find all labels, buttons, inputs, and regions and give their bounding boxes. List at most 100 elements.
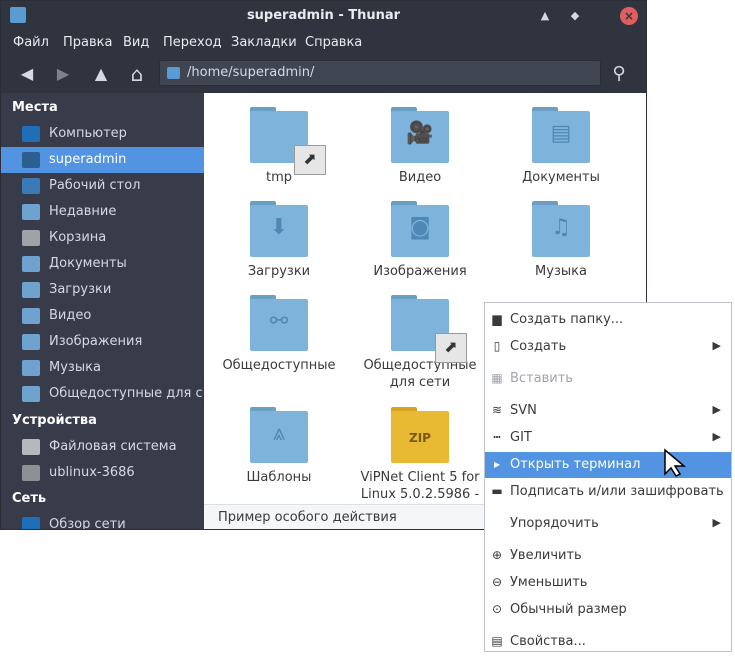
sidebar-item-devices-0[interactable]: Файловая система — [1, 434, 204, 460]
sidebar-item-places-0[interactable]: Компьютер — [1, 121, 204, 147]
sidebar-item-label: Корзина — [49, 230, 107, 245]
sidebar: Места Компьютер superadmin Рабочий стол Нед… — [1, 93, 204, 530]
context-menu-label: Упорядочить — [510, 516, 599, 531]
sidebar-item-places-9[interactable]: Музыка — [1, 355, 204, 381]
context-menu-item[interactable]: ⊕ Увеличить — [485, 543, 731, 569]
context-menu-label: Вставить — [510, 371, 573, 386]
menu-go[interactable]: Переход — [163, 35, 222, 50]
context-menu-item[interactable]: ┅ GIT ▶ — [485, 425, 731, 451]
sidebar-item-places-5[interactable]: Документы — [1, 251, 204, 277]
context-menu-item[interactable]: ▤ Свойства... — [485, 629, 731, 655]
file-item[interactable]: ZIP ViPNet Client 5 for Linux 5.0.2.5986 … — [355, 405, 485, 503]
folder-icon: ⩓ — [250, 405, 308, 463]
folder-icon: ◙ — [391, 199, 449, 257]
folder-glyph-icon: ⬇ — [269, 215, 289, 240]
file-item[interactable]: ♫ Музыка — [496, 199, 626, 280]
menu-edit[interactable]: Правка — [63, 35, 112, 50]
sidebar-item-places-6[interactable]: Загрузки — [1, 277, 204, 303]
pictures-icon — [22, 334, 40, 350]
sidebar-item-label: Недавние — [49, 204, 117, 219]
new-document-icon: ▯ — [493, 339, 501, 353]
folder-icon: ⬇ — [250, 199, 308, 257]
context-menu-item: ▦ Вставить — [485, 366, 731, 392]
home-icon — [22, 152, 40, 168]
sidebar-item-label: Обзор сети — [49, 517, 126, 530]
forward-button[interactable]: ▶ — [53, 64, 73, 84]
menu-bookmarks[interactable]: Закладки — [231, 35, 297, 50]
folder-icon: ♫ — [532, 199, 590, 257]
search-button[interactable]: ⚲ — [609, 64, 629, 84]
file-item[interactable]: ⬈ Общедоступные для сети — [355, 293, 485, 391]
sidebar-section-network: Сеть — [12, 491, 47, 506]
file-label: Шаблоны — [246, 470, 312, 485]
context-menu-item[interactable]: Упорядочить ▶ — [485, 511, 731, 537]
svn-icon: ≋ — [491, 403, 503, 417]
submenu-arrow-icon: ▶ — [712, 403, 721, 416]
sidebar-item-devices-1[interactable]: ublinux-3686 — [1, 460, 204, 486]
context-menu-item[interactable]: ≋ SVN ▶ — [485, 398, 731, 424]
file-item[interactable]: ▤ Документы — [496, 105, 626, 186]
folder-glyph-icon: 🎥 — [406, 121, 434, 146]
properties-icon: ▤ — [491, 634, 503, 648]
context-menu-item[interactable]: ⊖ Уменьшить — [485, 570, 731, 596]
file-item[interactable]: ⬇ Загрузки — [214, 199, 344, 280]
context-menu-item[interactable]: ⊙ Обычный размер — [485, 597, 731, 623]
network-icon — [22, 517, 40, 529]
context-menu-label: GIT — [510, 430, 532, 445]
menu-bar: Файл Правка Вид Переход Закладки Справка — [1, 31, 646, 55]
terminal-icon: ▸ — [493, 457, 501, 471]
sidebar-item-label: Общедоступные для с... — [49, 386, 204, 401]
context-menu: ▆ Создать папку... ▯ Создать ▶ ▦ Вставить ≋ SVN ▶… — [484, 302, 732, 652]
new-folder-icon: ▆ — [492, 312, 502, 326]
folder-glyph-icon: ⚯ — [269, 309, 289, 334]
downloads-icon — [22, 282, 40, 298]
minimize-button[interactable]: ▲ — [536, 7, 554, 25]
zoom-out-icon: ⊖ — [491, 575, 503, 589]
context-menu-item[interactable]: ▯ Создать ▶ — [485, 334, 731, 360]
sidebar-section-places: Места — [12, 100, 58, 115]
file-item[interactable]: 🎥 Видео — [355, 105, 485, 186]
sidebar-item-places-7[interactable]: Видео — [1, 303, 204, 329]
location-bar[interactable]: /home/superadmin/ — [159, 60, 601, 86]
video-icon — [22, 308, 40, 324]
drive-icon — [22, 439, 40, 455]
mouse-cursor-icon — [664, 448, 687, 477]
sidebar-item-label: Файловая система — [49, 439, 177, 454]
file-item[interactable]: ◙ Изображения — [355, 199, 485, 280]
sidebar-item-label: Загрузки — [49, 282, 112, 297]
menu-help[interactable]: Справка — [305, 35, 362, 50]
sidebar-item-label: Музыка — [49, 360, 101, 375]
context-menu-item[interactable]: ▬ Подписать и/или зашифровать — [485, 479, 731, 505]
file-item[interactable]: ⚯ Общедоступные — [214, 293, 344, 374]
context-menu-label: Подписать и/или зашифровать — [510, 484, 724, 499]
submenu-arrow-icon: ▶ — [712, 430, 721, 443]
sidebar-item-places-1[interactable]: superadmin — [1, 147, 204, 173]
home-button[interactable]: ⌂ — [127, 64, 147, 84]
menu-view[interactable]: Вид — [123, 35, 149, 50]
sidebar-item-places-3[interactable]: Недавние — [1, 199, 204, 225]
folder-glyph-icon: ♫ — [551, 215, 571, 240]
sidebar-item-places-4[interactable]: Корзина — [1, 225, 204, 251]
context-menu-item[interactable]: ▆ Создать папку... — [485, 307, 731, 333]
maximize-button[interactable]: ◆ — [566, 7, 584, 25]
file-label: Общедоступные — [222, 358, 336, 373]
file-item[interactable]: ⩓ Шаблоны — [214, 405, 344, 486]
file-label: Музыка — [535, 264, 587, 279]
sidebar-item-label: Изображения — [49, 334, 143, 349]
file-item[interactable]: ⬈ tmp — [214, 105, 344, 186]
close-button[interactable]: × — [620, 7, 638, 25]
up-button[interactable]: ▲ — [91, 64, 111, 84]
menu-file[interactable]: Файл — [13, 35, 49, 50]
sidebar-item-places-2[interactable]: Рабочий стол — [1, 173, 204, 199]
context-menu-label: Увеличить — [510, 548, 582, 563]
back-button[interactable]: ◀ — [17, 64, 37, 84]
sidebar-item-places-8[interactable]: Изображения — [1, 329, 204, 355]
sidebar-item-network-0[interactable]: Обзор сети — [1, 512, 204, 530]
sidebar-item-places-10[interactable]: Общедоступные для с... — [1, 381, 204, 407]
title-bar[interactable]: superadmin - Thunar ▲ ◆ × — [1, 1, 646, 31]
context-menu-item[interactable]: ▸ Открыть терминал — [485, 452, 731, 478]
context-menu-label: Свойства... — [510, 634, 586, 649]
zoom-in-icon: ⊕ — [491, 548, 503, 562]
context-menu-label: Создать — [510, 339, 567, 354]
folder-glyph-icon: ▤ — [550, 121, 572, 146]
